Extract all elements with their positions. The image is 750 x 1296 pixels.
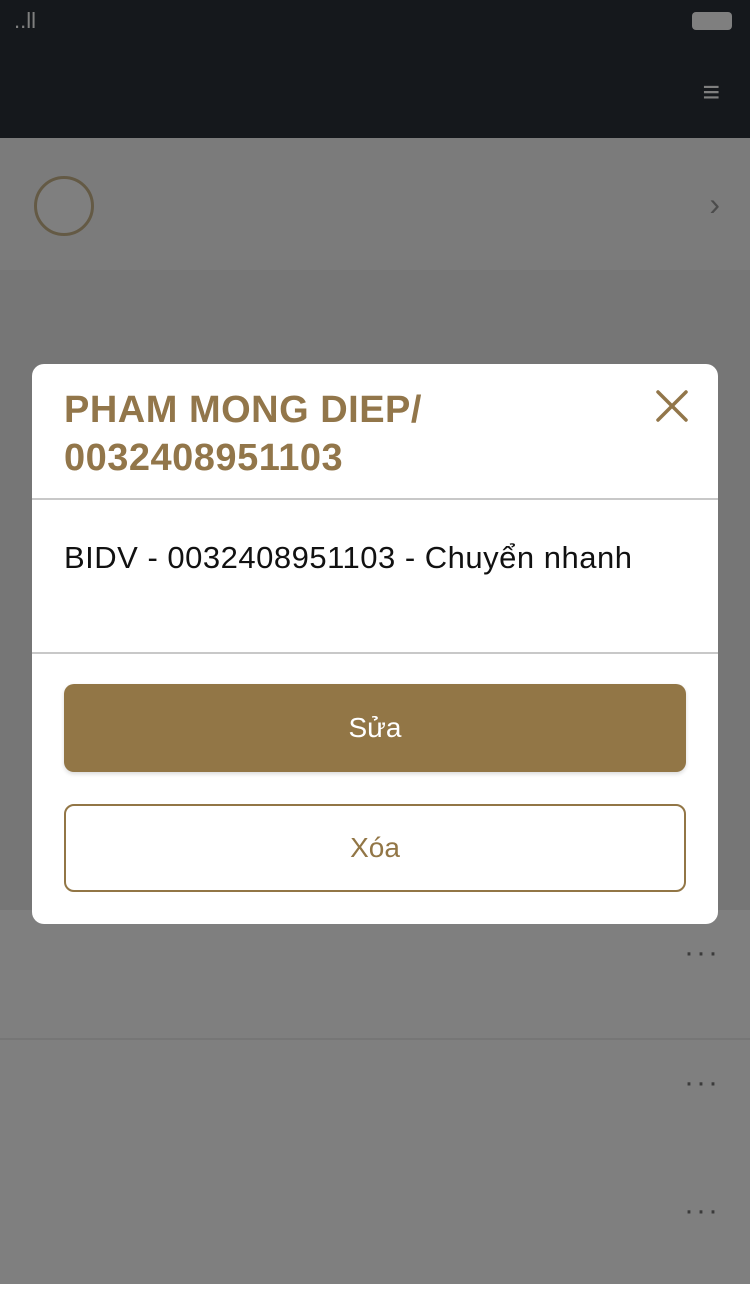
close-icon[interactable]	[652, 386, 692, 426]
dialog-title-account: 0032408951103	[64, 437, 344, 479]
close-icon-graphic	[656, 390, 688, 422]
dialog-title-name: PHAM MONG DIEP/	[64, 389, 422, 431]
divider	[32, 652, 718, 654]
beneficiary-description: BIDV - 0032408951103 - Chuyển nhanh	[64, 540, 633, 575]
beneficiary-options-dialog: PHAM MONG DIEP/ 0032408951103 BIDV - 003…	[32, 364, 718, 924]
divider	[32, 498, 718, 500]
delete-button[interactable]: Xóa	[64, 804, 686, 892]
dialog-title: PHAM MONG DIEP/ 0032408951103	[64, 386, 624, 482]
edit-button[interactable]: Sửa	[64, 684, 686, 772]
